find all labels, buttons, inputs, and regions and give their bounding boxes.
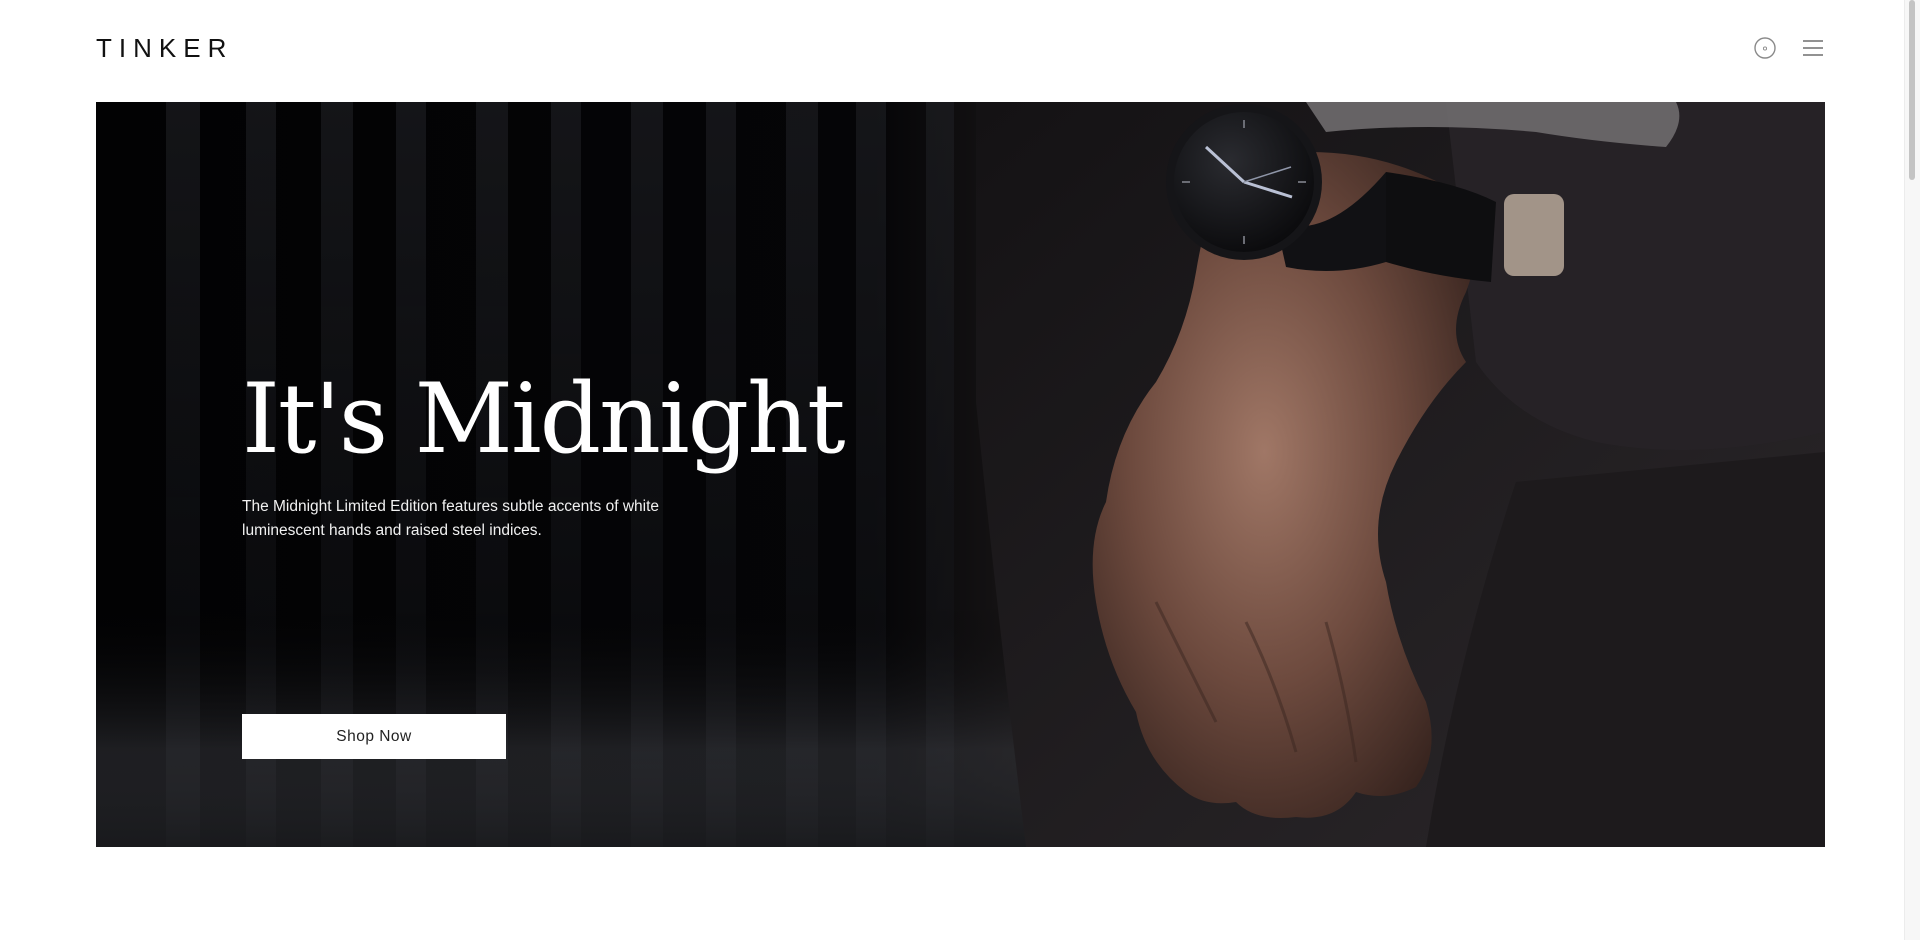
- tinker-logo[interactable]: TINKER: [96, 33, 233, 63]
- hamburger-menu-icon[interactable]: [1801, 36, 1825, 60]
- hero-content: It's Midnight The Midnight Limited Editi…: [242, 363, 862, 759]
- hero-banner: It's Midnight The Midnight Limited Editi…: [96, 102, 1825, 847]
- hero-description: The Midnight Limited Edition features su…: [242, 498, 660, 539]
- site-header: TINKER: [0, 0, 1904, 102]
- hero-title: It's Midnight: [242, 363, 846, 475]
- shop-now-button[interactable]: Shop Now: [242, 714, 506, 759]
- cart-circle-icon[interactable]: [1753, 36, 1777, 60]
- page-scrollbar[interactable]: [1904, 0, 1920, 940]
- scrollbar-thumb[interactable]: [1909, 0, 1915, 180]
